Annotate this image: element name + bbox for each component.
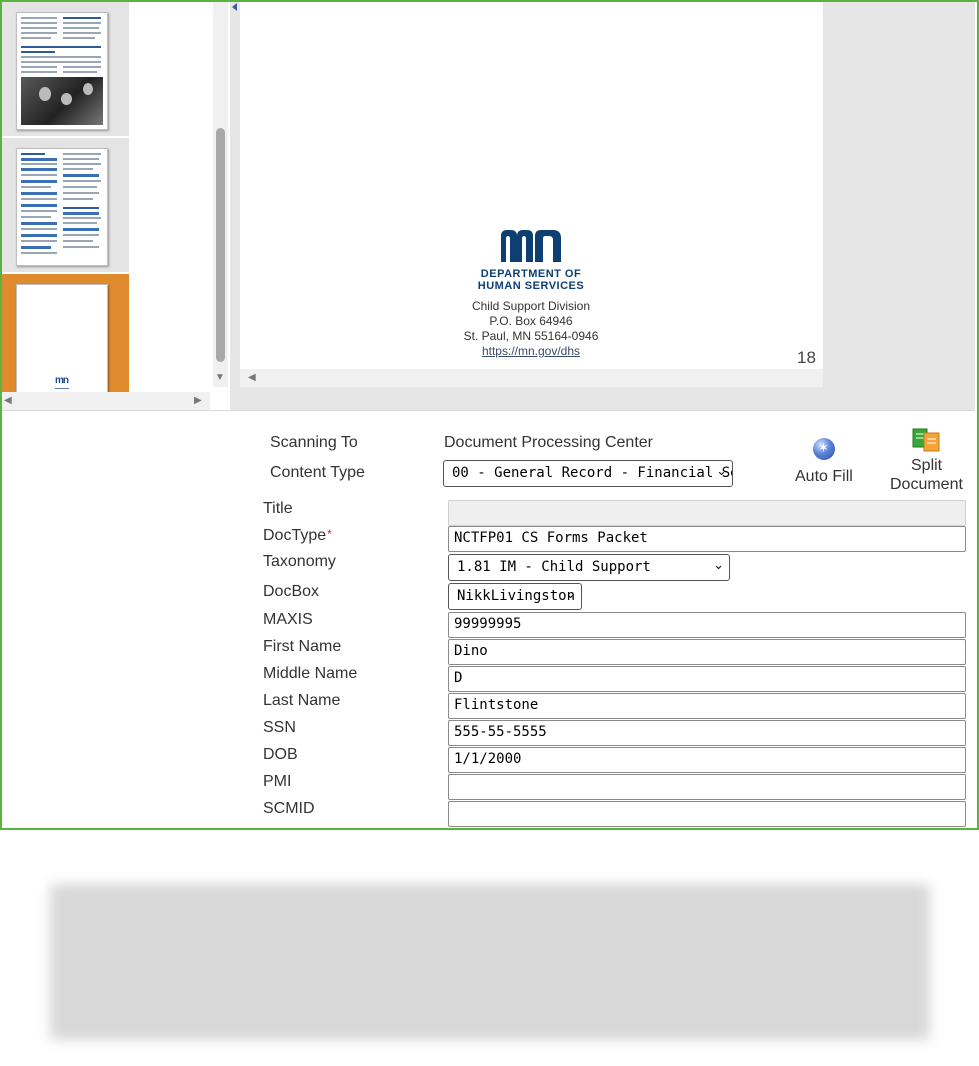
page-number: 18 (797, 348, 816, 367)
thumbnail-page-18-selected[interactable]: mn (2, 274, 129, 396)
content-type-label: Content Type (270, 464, 365, 481)
thumbnail-page-17[interactable] (2, 138, 129, 272)
split-document-icon[interactable] (912, 428, 942, 452)
taxonomy-select[interactable]: 1.81 IM - Child Support ⌄ (448, 554, 730, 581)
doctype-field[interactable]: NCTFP01 CS Forms Packet (448, 526, 966, 552)
chevron-down-icon: ⌄ (713, 558, 724, 573)
blurred-region (50, 884, 930, 1040)
doctype-label-text: DocType (263, 527, 327, 544)
division-text: Child Support Division (471, 299, 591, 313)
content-type-selected: 00 - General Record - Financial Servi (452, 465, 733, 481)
first-name-label: First Name (263, 638, 342, 655)
dob-label: DOB (263, 746, 298, 763)
auto-fill-icon[interactable]: ✶ (813, 438, 835, 460)
ssn-field[interactable]: 555-55-5555 (448, 720, 966, 746)
po-box-text: P.O. Box 64946 (489, 314, 573, 328)
scroll-left-arrow-icon[interactable]: ◀ (4, 395, 12, 406)
thumbnail-page-image: mn (16, 284, 108, 396)
maxis-label: MAXIS (263, 611, 313, 628)
taxonomy-label: Taxonomy (263, 553, 336, 570)
city-text: St. Paul, MN 55164-0946 (463, 329, 599, 343)
maxis-field[interactable]: 99999995 (448, 612, 966, 638)
thumbnail-panel: mn (2, 2, 212, 410)
middle-name-field[interactable]: D (448, 666, 966, 692)
docbox-selected: NikkLivingston (457, 588, 576, 604)
dob-field[interactable]: 1/1/2000 (448, 747, 966, 773)
page-corner-marker-icon (232, 3, 237, 11)
last-name-label: Last Name (263, 692, 341, 709)
split-label-line1[interactable]: Split (911, 457, 942, 475)
mn-logo (501, 230, 561, 262)
dhs-link[interactable]: https://mn.gov/dhs (482, 344, 580, 358)
docbox-select[interactable]: NikkLivingston ⌄ (448, 583, 582, 610)
thumbnail-horizontal-scrollbar[interactable]: ◀ ▶ (2, 392, 210, 410)
taxonomy-selected: 1.81 IM - Child Support (457, 559, 651, 575)
required-marker: * (327, 527, 332, 541)
divider (2, 410, 975, 411)
url-row: https://mn.gov/dhs (446, 344, 616, 358)
ssn-label: SSN (263, 719, 296, 736)
department-name: DEPARTMENT OF HUMAN SERVICES (477, 268, 585, 292)
scmid-label: SCMID (263, 800, 315, 817)
chevron-down-icon: ⌄ (716, 464, 727, 479)
scroll-down-arrow-icon[interactable]: ▼ (215, 372, 225, 383)
scanning-to-value: Document Processing Center (444, 434, 653, 451)
title-label: Title (263, 500, 293, 517)
scanning-to-label: Scanning To (270, 434, 358, 451)
thumbnail-page-16[interactable] (2, 2, 129, 136)
middle-name-label: Middle Name (263, 665, 358, 682)
title-field[interactable] (448, 500, 966, 526)
last-name-field[interactable]: Flintstone (448, 693, 966, 719)
thumbnail-vertical-scrollbar[interactable]: ▼ (213, 2, 228, 387)
pmi-label: PMI (263, 773, 292, 790)
first-name-field[interactable]: Dino (448, 639, 966, 665)
docbox-label: DocBox (263, 583, 320, 600)
scroll-right-arrow-icon[interactable]: ▶ (194, 395, 202, 406)
content-type-select[interactable]: 00 - General Record - Financial Servi ⌄ (443, 460, 733, 487)
viewer-scroll-corner (823, 369, 975, 387)
thumbnail-page-image (16, 148, 108, 266)
doctype-label: DocType* (263, 527, 332, 545)
scmid-field[interactable] (448, 801, 966, 827)
thumbnail-page-image (16, 12, 108, 130)
chevron-down-icon: ⌄ (565, 587, 576, 602)
split-label-line2[interactable]: Document (890, 476, 963, 494)
pmi-field[interactable] (448, 774, 966, 800)
viewer-horizontal-scrollbar[interactable]: ◀ (240, 369, 823, 387)
scrollbar-thumb[interactable] (216, 128, 225, 362)
auto-fill-button[interactable]: Auto Fill (795, 468, 853, 486)
viewer-scroll-left-arrow-icon[interactable]: ◀ (248, 372, 256, 383)
